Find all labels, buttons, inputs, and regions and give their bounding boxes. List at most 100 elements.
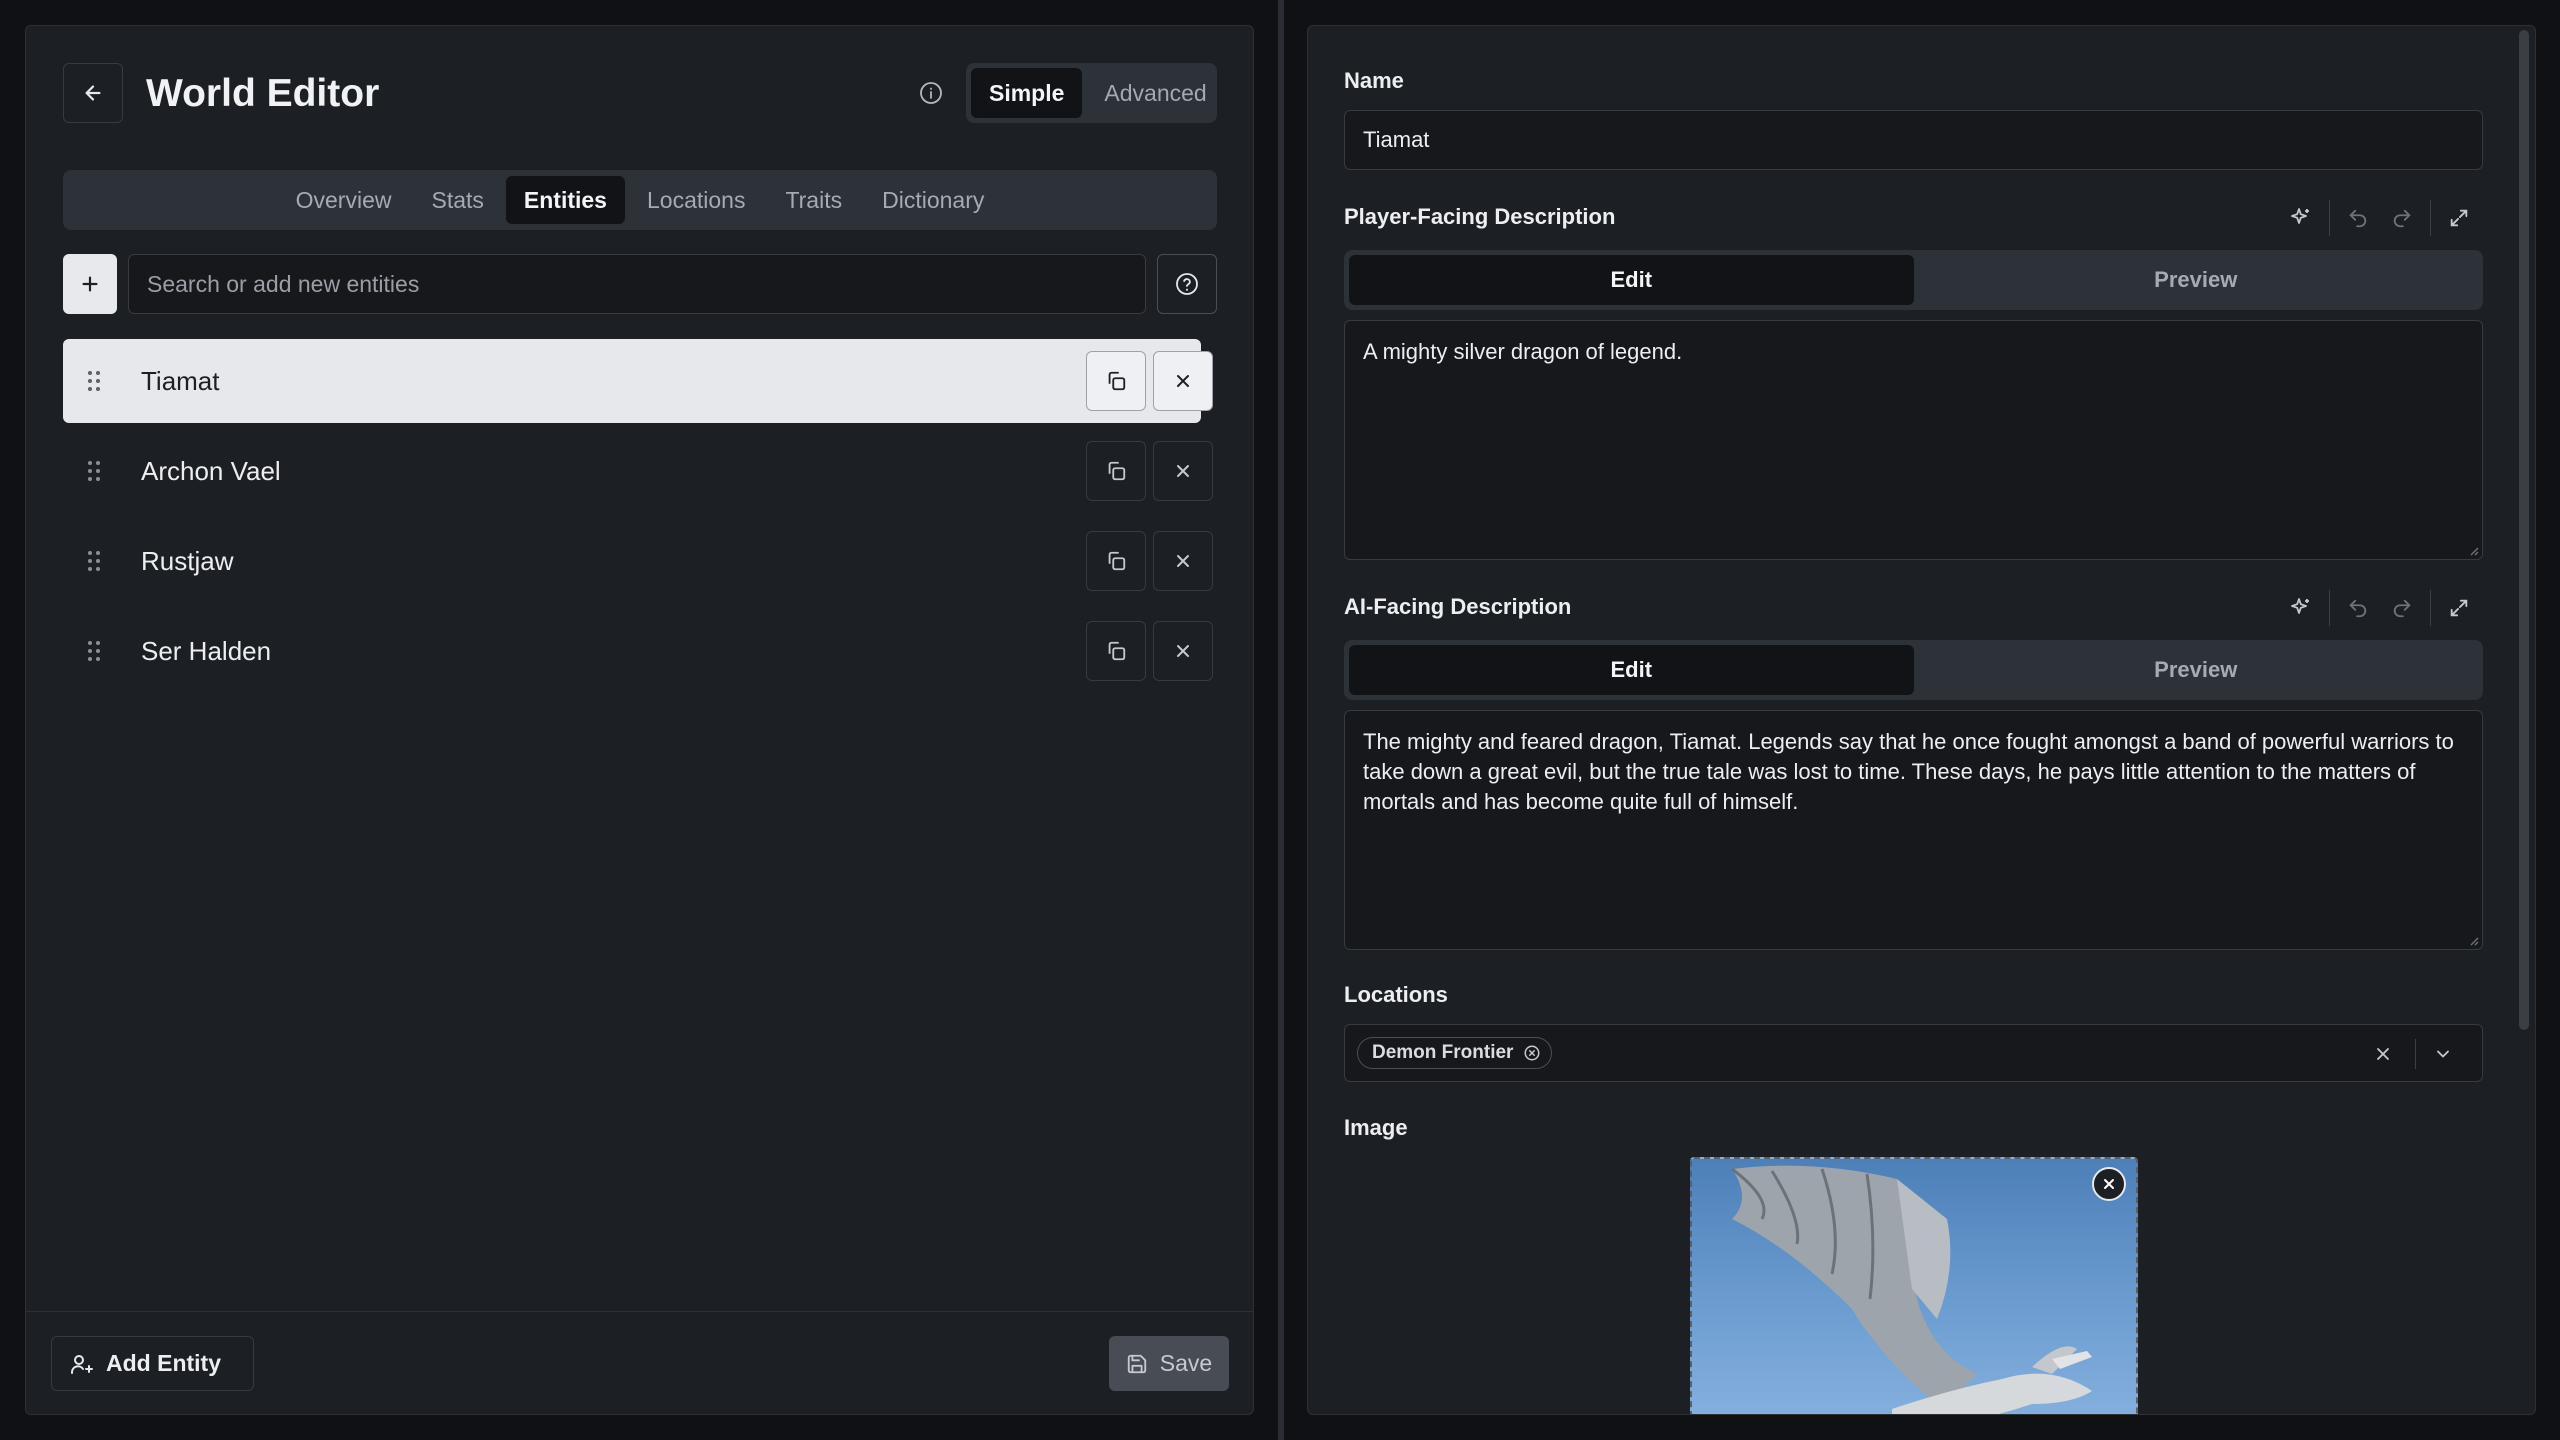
add-entity-button[interactable]: Add Entity — [51, 1336, 254, 1391]
search-input[interactable] — [128, 254, 1146, 314]
help-circle-icon — [1176, 273, 1198, 295]
remove-chip-icon[interactable] — [1523, 1044, 1541, 1062]
mode-toggle: Simple Advanced — [966, 63, 1217, 123]
panel-resize-divider[interactable] — [1278, 0, 1284, 1440]
add-entity-label: Add Entity — [106, 1350, 221, 1376]
locations-label: Locations — [1344, 982, 1448, 1007]
footer-divider — [26, 1311, 1253, 1312]
list-item[interactable]: Ser Halden — [63, 609, 1213, 693]
remove-image-button[interactable] — [2092, 1167, 2126, 1201]
delete-button[interactable] — [1153, 441, 1213, 501]
image-label: Image — [1344, 1115, 1408, 1140]
dragon-illustration — [1731, 1165, 2092, 1414]
clear-locations-button[interactable] — [2368, 1039, 2398, 1069]
mode-simple[interactable]: Simple — [971, 68, 1083, 118]
scrollbar[interactable] — [2519, 30, 2529, 1030]
player-description-mode: Edit Preview — [1344, 250, 2483, 310]
duplicate-button[interactable] — [1086, 531, 1146, 591]
toolbar-separator — [2430, 200, 2431, 236]
list-item[interactable]: Tiamat — [63, 339, 1213, 423]
ai-description-label: AI-Facing Description — [1344, 594, 1572, 619]
ai-description-text: The mighty and feared dragon, Tiamat. Le… — [1363, 729, 2454, 814]
tab-overview[interactable]: Overview — [278, 176, 410, 224]
close-icon — [1177, 645, 1189, 657]
copy-icon — [1108, 551, 1126, 571]
name-field[interactable]: Tiamat — [1344, 110, 2483, 170]
expand-icon[interactable] — [2437, 198, 2481, 238]
chevron-down-icon[interactable] — [2428, 1039, 2458, 1069]
copy-icon — [1108, 371, 1126, 391]
quick-add-button[interactable] — [63, 254, 117, 314]
redo-icon[interactable] — [2380, 198, 2424, 238]
undo-icon[interactable] — [2336, 198, 2380, 238]
tab-entities[interactable]: Entities — [505, 176, 625, 224]
copy-icon — [1108, 641, 1126, 661]
player-description-textarea[interactable]: A mighty silver dragon of legend. — [1344, 320, 2483, 560]
location-chip-label: Demon Frontier — [1372, 1042, 1514, 1063]
close-icon — [2377, 1048, 2389, 1060]
entity-detail-panel: Name Tiamat Player-Facing Description Ed… — [1307, 25, 2536, 1415]
entity-name: Tiamat — [141, 365, 220, 396]
select-separator — [2415, 1039, 2416, 1069]
resize-handle-icon[interactable] — [2467, 934, 2479, 946]
close-icon — [1177, 555, 1189, 567]
delete-button[interactable] — [1153, 621, 1213, 681]
tab-preview[interactable]: Preview — [1914, 645, 2479, 695]
save-icon — [1127, 1354, 1146, 1373]
ai-description-toolbar — [2279, 588, 2481, 628]
plus-icon — [82, 276, 98, 292]
undo-icon[interactable] — [2336, 588, 2380, 628]
tab-edit[interactable]: Edit — [1349, 645, 1914, 695]
mode-advanced[interactable]: Advanced — [1086, 68, 1224, 118]
resize-handle-icon[interactable] — [2467, 544, 2479, 556]
close-icon — [1177, 375, 1189, 387]
help-button[interactable] — [1157, 254, 1217, 314]
location-chip[interactable]: Demon Frontier — [1357, 1037, 1553, 1069]
page-title: World Editor — [146, 72, 380, 115]
tab-edit[interactable]: Edit — [1349, 255, 1914, 305]
sparkle-icon[interactable] — [2279, 198, 2323, 238]
save-button[interactable]: Save — [1109, 1336, 1229, 1391]
info-icon[interactable] — [916, 78, 946, 108]
toolbar-separator — [2329, 590, 2330, 626]
duplicate-button[interactable] — [1086, 441, 1146, 501]
list-item[interactable]: Rustjaw — [63, 519, 1213, 603]
save-label: Save — [1159, 1350, 1213, 1376]
redo-icon[interactable] — [2380, 588, 2424, 628]
drag-handle-icon[interactable] — [87, 460, 101, 482]
player-description-toolbar — [2279, 198, 2481, 238]
drag-handle-icon[interactable] — [87, 550, 101, 572]
duplicate-button[interactable] — [1086, 621, 1146, 681]
entity-name: Rustjaw — [141, 545, 234, 576]
back-button[interactable] — [63, 63, 123, 123]
name-label: Name — [1344, 68, 1404, 93]
tab-dictionary[interactable]: Dictionary — [864, 176, 1002, 224]
list-item[interactable]: Archon Vael — [63, 429, 1213, 513]
close-icon — [2104, 1179, 2114, 1189]
player-description-text: A mighty silver dragon of legend. — [1363, 339, 1683, 364]
copy-icon — [1108, 461, 1126, 481]
delete-button[interactable] — [1153, 351, 1213, 411]
toolbar-separator — [2430, 590, 2431, 626]
player-description-label: Player-Facing Description — [1344, 204, 1616, 229]
entity-list-panel: World Editor Simple Advanced Overview St… — [25, 25, 1254, 1415]
tab-locations[interactable]: Locations — [629, 176, 763, 224]
tab-traits[interactable]: Traits — [767, 176, 860, 224]
tab-stats[interactable]: Stats — [413, 176, 501, 224]
arrow-left-icon — [85, 85, 101, 101]
user-plus-icon — [71, 1354, 93, 1374]
delete-button[interactable] — [1153, 531, 1213, 591]
drag-handle-icon[interactable] — [87, 370, 101, 392]
ai-description-textarea[interactable]: The mighty and feared dragon, Tiamat. Le… — [1344, 710, 2483, 950]
close-icon — [1177, 465, 1189, 477]
tab-preview[interactable]: Preview — [1914, 255, 2479, 305]
entity-image[interactable] — [1690, 1157, 2138, 1414]
duplicate-button[interactable] — [1086, 351, 1146, 411]
ai-description-mode: Edit Preview — [1344, 640, 2483, 700]
sparkle-icon[interactable] — [2279, 588, 2323, 628]
locations-select[interactable]: Demon Frontier — [1344, 1024, 2483, 1082]
tab-bar: Overview Stats Entities Locations Traits… — [63, 170, 1217, 230]
expand-icon[interactable] — [2437, 588, 2481, 628]
entity-name: Ser Halden — [141, 635, 272, 666]
drag-handle-icon[interactable] — [87, 640, 101, 662]
